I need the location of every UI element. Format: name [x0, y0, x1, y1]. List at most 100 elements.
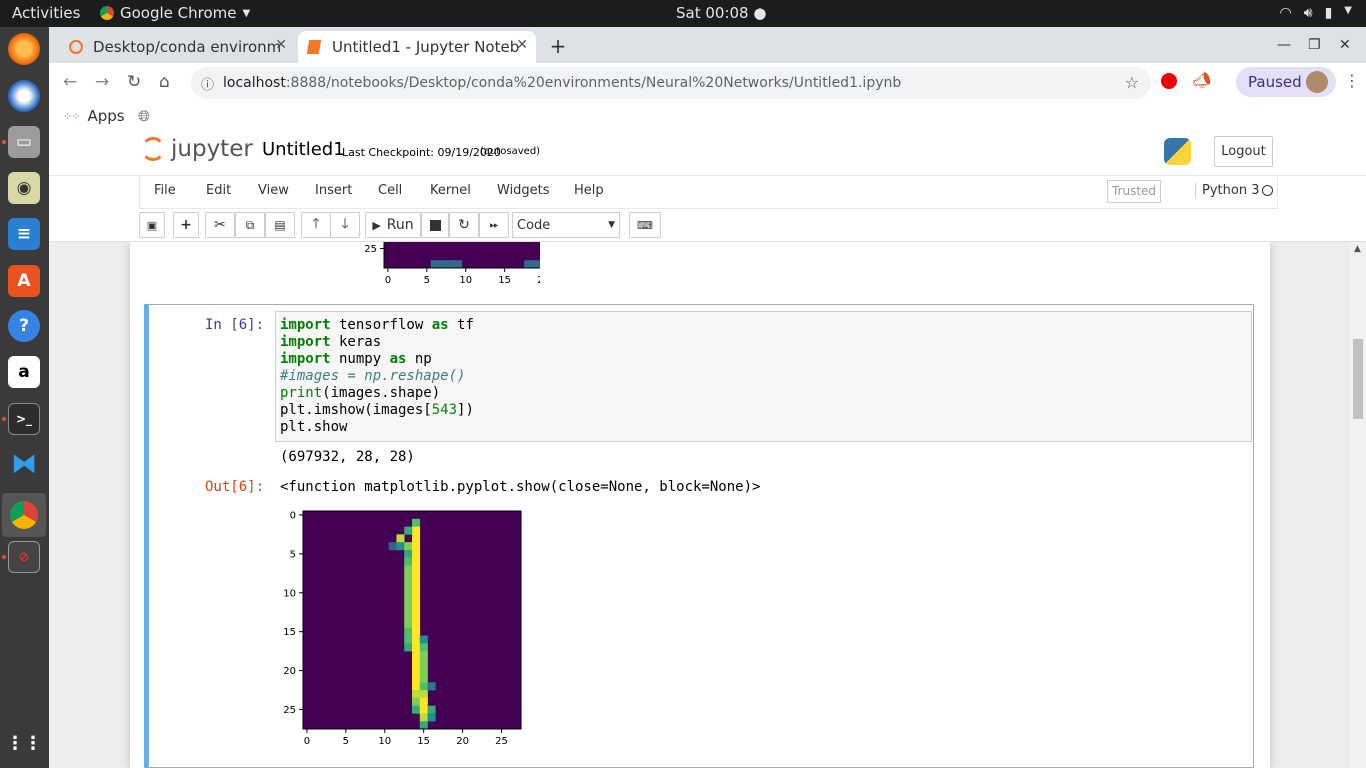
clock[interactable]: Sat 00:08 ●: [676, 4, 766, 22]
tab-untitled1[interactable]: Untitled1 - Jupyter Noteb ✕: [298, 31, 536, 63]
home-button[interactable]: ⌂: [159, 72, 170, 92]
cut-button[interactable]: ✂: [205, 212, 235, 238]
address-bar[interactable]: ⓘ localhost:8888/notebooks/Desktop/conda…: [191, 67, 1151, 99]
command-palette-button[interactable]: ⌨: [629, 212, 661, 238]
software-center-icon[interactable]: A: [8, 265, 40, 297]
amazon-icon[interactable]: a: [8, 356, 40, 388]
libreoffice-writer-icon[interactable]: ≡: [8, 218, 40, 250]
reload-button[interactable]: ↻: [127, 72, 141, 92]
paste-button[interactable]: ▤: [265, 212, 295, 238]
copy-icon: ⧉: [245, 217, 255, 232]
menu-edit[interactable]: Edit: [206, 183, 231, 198]
interrupt-button[interactable]: [421, 212, 449, 238]
extension-icon[interactable]: [1161, 73, 1177, 89]
vscode-icon[interactable]: ⧓: [8, 448, 40, 480]
heatmap-pixel: [412, 557, 421, 566]
tab-desktop[interactable]: Desktop/conda environm ✕: [59, 31, 295, 63]
rhythmbox-icon[interactable]: ◉: [8, 172, 40, 204]
close-window-button[interactable]: ✕: [1339, 37, 1351, 53]
profile-paused-button[interactable]: Paused: [1236, 67, 1336, 97]
digit-plot-axes: 0 5 10 15 20 25 0 5 10 15 20 25: [283, 510, 522, 747]
notebook-title[interactable]: Untitled1: [262, 139, 345, 160]
help-icon[interactable]: ?: [8, 310, 40, 342]
chevron-down-icon: ▼: [608, 220, 615, 230]
apps-shortcut[interactable]: ⁘⁘ Apps: [63, 107, 125, 125]
thunderbird-icon[interactable]: [8, 80, 40, 112]
scrollbar-thumb[interactable]: [1353, 339, 1363, 419]
scroll-up-icon[interactable]: ▲: [1354, 244, 1361, 254]
chrome-icon[interactable]: [2, 493, 46, 537]
maximize-button[interactable]: ❐: [1308, 37, 1321, 53]
insert-cell-button[interactable]: +: [173, 212, 199, 238]
page-scrollbar[interactable]: ▲: [1350, 242, 1366, 768]
heatmap-pixel: [404, 604, 413, 613]
heatmap-pixel: [404, 596, 413, 605]
megaphone-icon[interactable]: 📣︎: [1192, 71, 1211, 89]
cell-type-select[interactable]: Code ▼: [512, 212, 620, 238]
firefox-icon[interactable]: [8, 33, 40, 65]
heatmap-pixel: [419, 643, 428, 652]
copy-button[interactable]: ⧉: [235, 212, 265, 238]
heatmap-pixel: [419, 674, 428, 683]
heatmap-pixel: [412, 581, 421, 590]
screen-recorder-icon[interactable]: ⊘: [8, 541, 40, 573]
restart-button[interactable]: ↻: [449, 212, 479, 238]
show-applications-icon[interactable]: ⋮⋮: [6, 727, 42, 759]
menu-widgets[interactable]: Widgets: [497, 183, 550, 198]
save-button[interactable]: ▣: [139, 212, 165, 238]
activities-button[interactable]: Activities: [12, 4, 80, 22]
heatmap-pixel: [412, 643, 421, 652]
navigation-bar: ← → ↻ ⌂ ⓘ localhost:8888/notebooks/Deskt…: [49, 63, 1366, 103]
menu-cell[interactable]: Cell: [378, 183, 402, 198]
heatmap-pixel: [412, 612, 421, 621]
menu-view[interactable]: View: [258, 183, 289, 198]
menu-help[interactable]: Help: [574, 183, 604, 198]
heatmap-pixel: [404, 588, 413, 597]
app-menu[interactable]: Google Chrome ▼: [100, 4, 250, 22]
output-prompt: Out[6]:: [205, 479, 265, 495]
heatmap-pixel: [412, 573, 421, 582]
arrow-down-icon: 🡓: [341, 216, 349, 232]
bookmarks-bar: ⁘⁘ Apps 🌐︎: [49, 103, 1366, 131]
run-button[interactable]: ▶ Run: [365, 212, 421, 238]
logout-button[interactable]: Logout: [1214, 136, 1273, 167]
kernel-name[interactable]: Python 3: [1195, 183, 1259, 198]
menu-icon[interactable]: ⋮: [1344, 71, 1360, 90]
heatmap-pixel: [412, 526, 421, 535]
restart-run-all-button[interactable]: ⏩︎: [479, 212, 509, 238]
close-tab-icon[interactable]: ✕: [516, 37, 528, 53]
chrome-logo: [10, 501, 38, 529]
trusted-indicator[interactable]: Trusted: [1107, 180, 1161, 203]
bookmark-star-icon[interactable]: ☆: [1125, 73, 1139, 92]
heatmap-pixel: [419, 697, 428, 706]
x-tick-label: 20: [456, 736, 469, 747]
heatmap-pixel: [404, 581, 413, 590]
globe-icon[interactable]: 🌐︎: [138, 107, 150, 125]
terminal-icon[interactable]: >_: [8, 403, 40, 435]
code-editor[interactable]: import tensorflow as tf import keras imp…: [275, 311, 1252, 442]
jupyter-logo[interactable]: jupyter: [141, 136, 253, 162]
back-button[interactable]: ←: [63, 72, 77, 92]
heatmap-pixel: [419, 666, 428, 675]
info-icon[interactable]: ⓘ: [201, 74, 214, 93]
code-cell-selected[interactable]: In [6]: import tensorflow as tf import k…: [144, 304, 1254, 768]
menu-insert[interactable]: Insert: [315, 183, 352, 198]
chevron-down-icon: ▼: [242, 7, 251, 19]
close-tab-icon[interactable]: ✕: [275, 37, 287, 53]
code-line: import tensorflow as tf: [280, 317, 474, 333]
system-tray[interactable]: ◠ 🔊︎ ▮ ▼: [1280, 5, 1352, 21]
new-tab-button[interactable]: +: [546, 35, 570, 59]
menu-kernel[interactable]: Kernel: [430, 183, 471, 198]
minimize-button[interactable]: —: [1277, 37, 1291, 53]
heatmap-pixel: [412, 565, 421, 574]
menu-file[interactable]: File: [154, 183, 176, 198]
move-up-button[interactable]: 🡑: [301, 212, 331, 238]
heatmap-pixel: [419, 721, 428, 730]
keyboard-icon: ⌨: [637, 218, 653, 232]
play-icon: ▶: [372, 218, 381, 232]
heatmap-pixel: [404, 526, 413, 535]
files-icon[interactable]: ▭: [8, 126, 40, 158]
move-down-button[interactable]: 🡓: [330, 212, 360, 238]
forward-button[interactable]: →: [95, 72, 109, 92]
url-path: :8888/notebooks/Desktop/conda%20environm…: [285, 75, 902, 91]
